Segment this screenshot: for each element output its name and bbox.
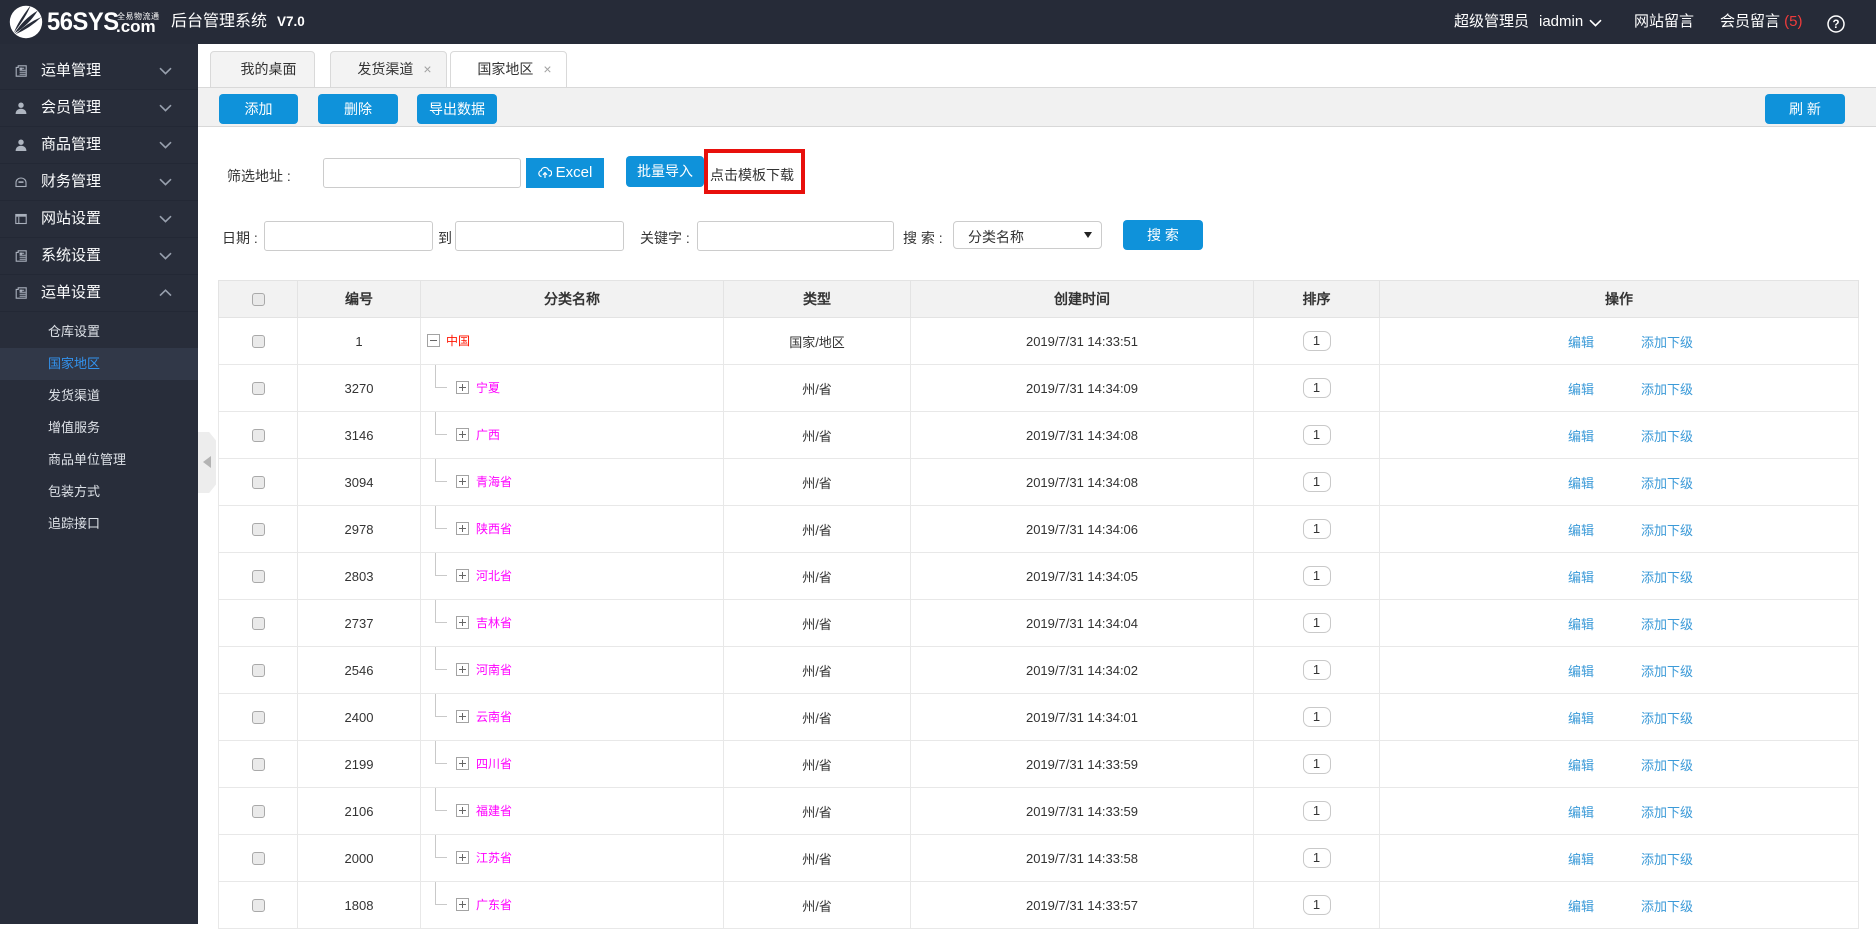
svg-text:?: ? — [1832, 19, 1839, 31]
